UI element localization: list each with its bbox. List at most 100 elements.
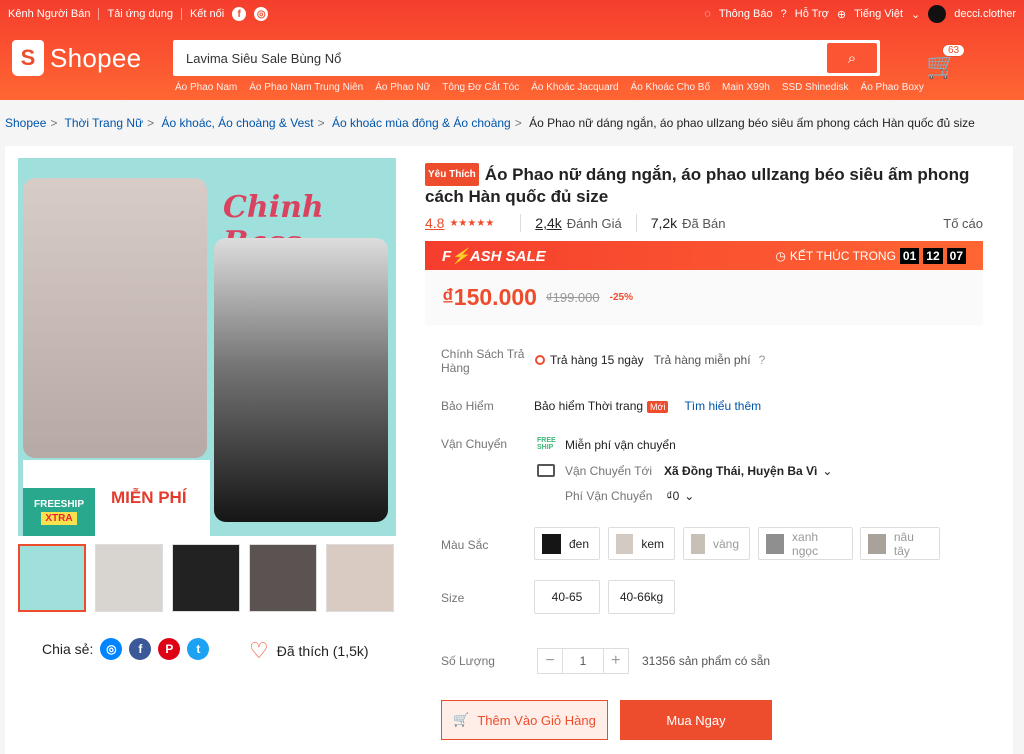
suggestion-link[interactable]: Main X99h <box>722 82 770 93</box>
thumbnail-image[interactable] <box>95 544 163 612</box>
quantity-stepper[interactable]: − 1 + <box>537 648 629 674</box>
search-button[interactable]: ⌕ <box>827 43 877 73</box>
language-select[interactable]: Tiếng Việt <box>854 8 903 20</box>
free-shipping-text: MIỄN PHÍ <box>111 488 187 507</box>
shipping-fee-value[interactable]: ₫0 <box>666 489 679 503</box>
cart-button[interactable]: 🛒 63 <box>926 44 966 81</box>
clock-icon: ◷ <box>775 248 786 263</box>
color-option-nau-tay: nâu tây <box>860 527 940 560</box>
free-return: Trả hàng miễn phí <box>653 353 751 367</box>
breadcrumb-link[interactable]: Áo khoác, Áo choàng & Vest <box>161 116 313 130</box>
truck-icon <box>537 464 555 477</box>
size-option-40-66kg[interactable]: 40-66kg <box>608 580 675 614</box>
quantity-label: Số Lượng <box>441 654 495 668</box>
instagram-icon[interactable]: ◎ <box>254 7 269 21</box>
add-to-cart-button[interactable]: 🛒 Thêm Vào Giỏ Hàng <box>441 700 608 740</box>
countdown-label: KẾT THÚC TRONG <box>789 248 896 263</box>
freeship-badge: FREESHIP XTRA <box>23 488 95 536</box>
color-swatch <box>868 533 886 554</box>
help-icon[interactable]: ? <box>781 8 787 20</box>
breadcrumb-link[interactable]: Thời Trang Nữ <box>65 116 144 130</box>
insurance-name: Bảo hiểm Thời trang <box>534 399 644 413</box>
globe-icon[interactable]: ⊕ <box>837 8 846 21</box>
suggestion-link[interactable]: Tông Đơ Cắt Tóc <box>442 82 519 93</box>
chevron-down-icon: ⌄ <box>911 8 921 21</box>
search-input[interactable] <box>176 43 827 73</box>
quantity-value[interactable]: 1 <box>562 649 604 673</box>
chevron-right-icon: > <box>147 116 155 130</box>
suggestion-link[interactable]: Áo Phao Nam <box>175 82 237 93</box>
notification-icon[interactable]: ◌ <box>704 8 711 20</box>
report-link[interactable]: Tố cáo <box>943 216 983 231</box>
suggestion-link[interactable]: Áo Khoác Jacquard <box>531 82 618 93</box>
product-photo <box>214 238 388 522</box>
color-name: đen <box>568 536 589 551</box>
return-icon <box>535 355 545 365</box>
help-link[interactable]: Hỗ Trợ <box>795 8 829 20</box>
avatar[interactable] <box>928 5 947 23</box>
search-box[interactable]: ⌕ <box>173 40 880 76</box>
app-link[interactable]: Tải ứng dụng <box>107 8 172 20</box>
facebook-icon[interactable]: f <box>129 638 152 660</box>
share-label: Chia sẻ: <box>42 641 94 657</box>
divider <box>98 8 100 20</box>
brand-name: Shopee <box>50 42 142 73</box>
connect-label: Kết nối <box>189 8 225 20</box>
favorite-button[interactable]: ♡ Đã thích (1,5k) <box>249 638 369 664</box>
color-option-kem[interactable]: kem <box>608 527 675 560</box>
main-product-image[interactable]: Chinh Bass FREESHIPXTRA MIỄN PHÍ <box>18 158 396 536</box>
color-swatch <box>691 533 705 554</box>
cart-plus-icon: 🛒 <box>453 712 470 727</box>
color-swatch <box>542 533 561 554</box>
divider <box>635 214 637 232</box>
notifications-link[interactable]: Thông Báo <box>719 8 773 20</box>
chevron-down-icon[interactable]: ⌄ <box>822 464 832 478</box>
thumbnail-image[interactable] <box>249 544 317 612</box>
messenger-icon[interactable]: ◎ <box>100 638 123 660</box>
review-count[interactable]: 2,4k <box>535 215 561 231</box>
add-to-cart-label: Thêm Vào Giỏ Hàng <box>477 712 596 728</box>
username[interactable]: decci.clother <box>954 8 1016 20</box>
breadcrumb-link[interactable]: Shopee <box>5 116 46 130</box>
decrease-button[interactable]: − <box>538 649 562 673</box>
color-option-vang: vàng <box>683 527 750 560</box>
thumbnail-image[interactable] <box>18 544 86 612</box>
facebook-icon[interactable]: f <box>232 7 247 21</box>
site-header: Kênh Người Bán Tải ứng dụng Kết nối f ◎ … <box>0 0 1024 100</box>
thumbnail-image[interactable] <box>326 544 394 612</box>
product-title: Yêu Thích Áo Phao nữ dáng ngắn, áo phao u… <box>425 163 985 207</box>
seconds: 07 <box>946 247 966 264</box>
pinterest-icon[interactable]: P <box>158 638 181 660</box>
chevron-right-icon: > <box>50 116 58 130</box>
ship-to-row: Vận Chuyển Tới Xã Đồng Thái, Huyện Ba Vì ⌄ <box>537 464 832 478</box>
size-option-40-65[interactable]: 40-65 <box>534 580 600 614</box>
increase-button[interactable]: + <box>604 649 628 673</box>
suggestion-link[interactable]: Áo Phao Nam Trung Niên <box>249 82 363 93</box>
return-policy-label: Chính Sách Trả Hàng <box>441 347 525 375</box>
sold-label: Đã Bán <box>682 215 726 231</box>
rating-score[interactable]: 4.8 <box>425 215 444 231</box>
favorite-count: Đã thích (1,5k) <box>276 643 369 659</box>
ship-to-label: Vận Chuyển Tới <box>565 464 653 478</box>
ship-to-location[interactable]: Xã Đồng Thái, Huyện Ba Vì <box>664 464 817 478</box>
twitter-icon[interactable]: t <box>187 638 210 660</box>
new-badge: Mới <box>647 401 669 413</box>
suggestion-link[interactable]: Áo Khoác Cho Bố <box>631 82 711 93</box>
return-policy-value: Trả hàng 15 ngày Trả hàng miễn phí? <box>535 353 765 367</box>
help-icon[interactable]: ? <box>759 353 766 367</box>
color-swatch <box>616 533 634 554</box>
shopee-logo[interactable]: S Shopee <box>12 40 141 76</box>
chevron-down-icon[interactable]: ⌄ <box>684 489 694 503</box>
product-photo <box>23 178 207 458</box>
seller-link[interactable]: Kênh Người Bán <box>8 8 90 20</box>
buy-now-button[interactable]: Mua Ngay <box>620 700 772 740</box>
suggestion-link[interactable]: Áo Phao Nữ <box>375 82 430 93</box>
thumbnail-image[interactable] <box>172 544 240 612</box>
shipping-fee-label: Phí Vận Chuyển <box>565 489 653 503</box>
color-label: Màu Sắc <box>441 538 489 552</box>
learn-more-link[interactable]: Tìm hiểu thêm <box>684 399 761 413</box>
suggestion-link[interactable]: SSD Shinedisk <box>782 82 849 93</box>
suggestion-link[interactable]: Áo Phao Boxy <box>861 82 924 93</box>
breadcrumb-link[interactable]: Áo khoác mùa đông & Áo choàng <box>332 116 511 130</box>
color-option-den[interactable]: đen <box>534 527 600 560</box>
